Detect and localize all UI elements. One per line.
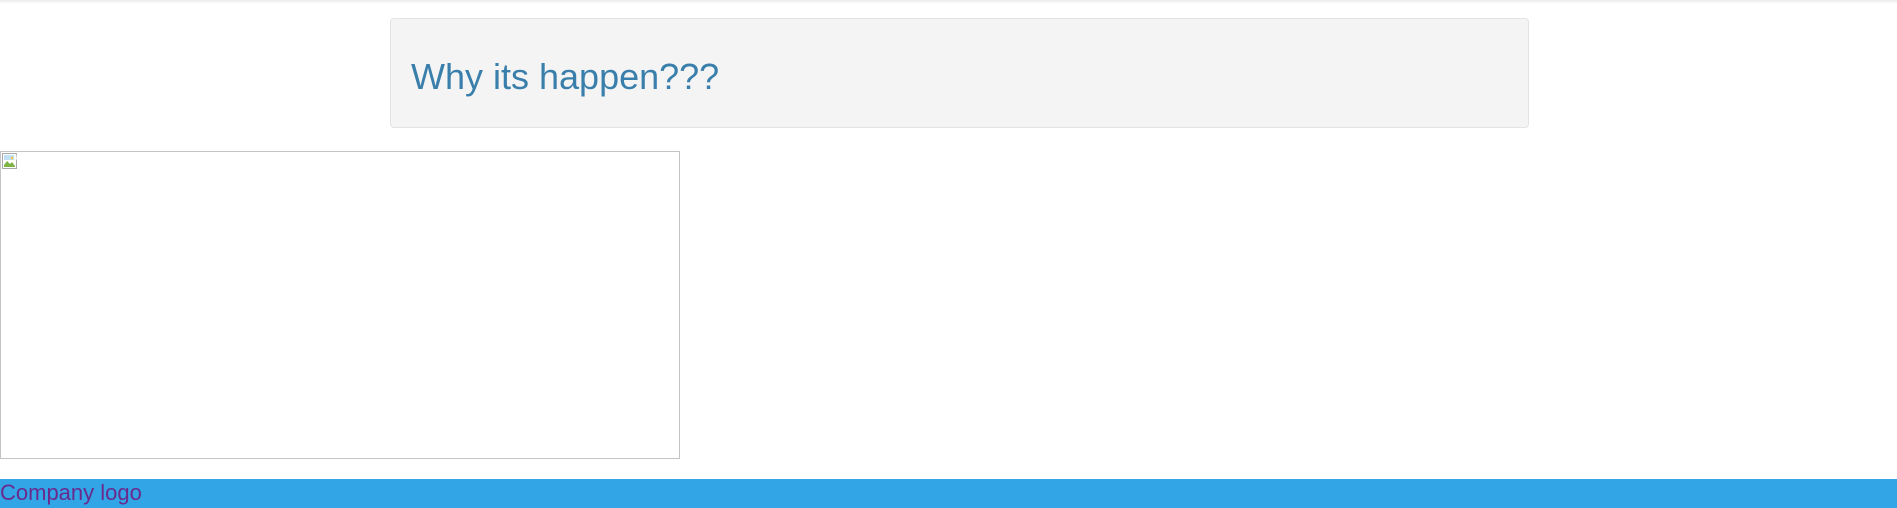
page: Why its happen??? Company logo bbox=[0, 0, 1897, 508]
company-logo-link[interactable]: Company logo bbox=[0, 480, 142, 505]
broken-image bbox=[0, 151, 680, 459]
title-panel: Why its happen??? bbox=[390, 18, 1529, 128]
page-title: Why its happen??? bbox=[411, 56, 720, 97]
footer: Company logo bbox=[0, 479, 1897, 508]
broken-image-icon bbox=[2, 153, 19, 169]
top-shadow bbox=[0, 0, 1897, 4]
